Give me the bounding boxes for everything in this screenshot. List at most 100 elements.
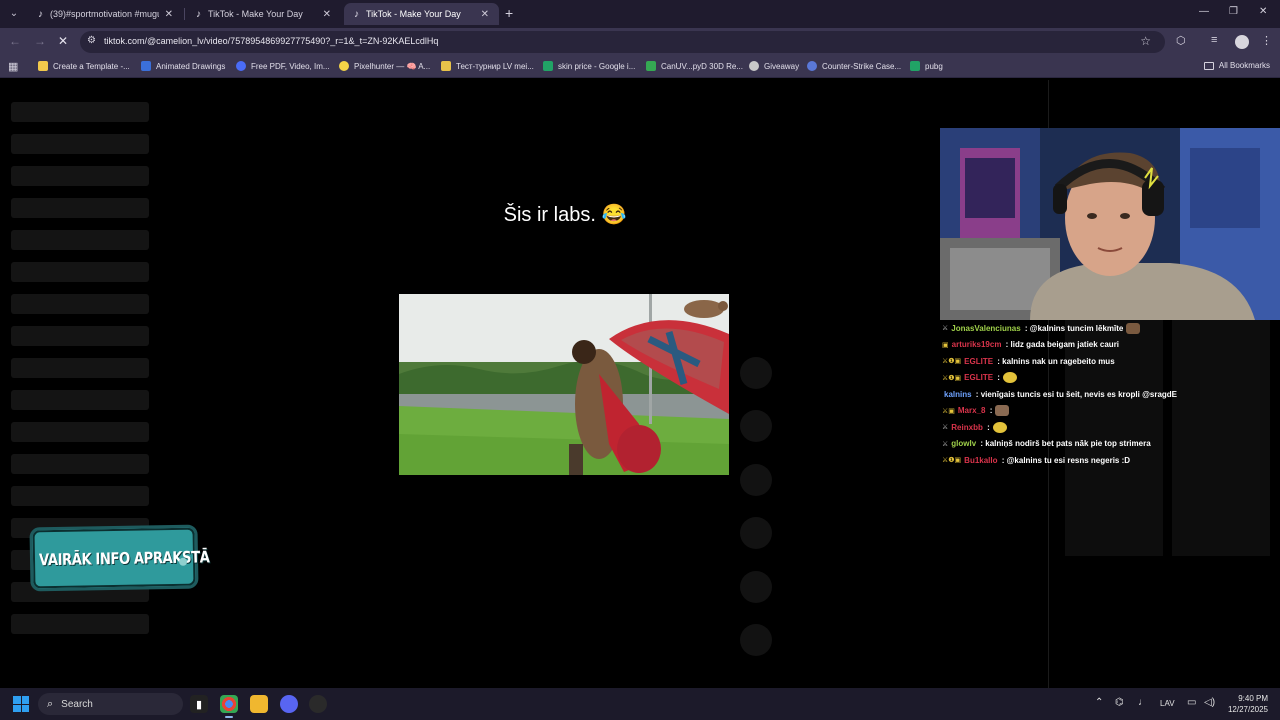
bookmark-favicon-icon (749, 61, 759, 71)
bookmark-item[interactable]: Giveaway (749, 61, 799, 71)
bookmark-item[interactable]: CanUV...pyD 30D Re... (646, 61, 743, 71)
search-icon: ⌕ (47, 697, 54, 710)
tab-tiktok-active[interactable]: ♪ TikTok - Make Your Day ✕ (344, 3, 499, 25)
bookmark-item[interactable]: Free PDF, Video, Im... (236, 61, 330, 71)
profile-button[interactable] (740, 624, 772, 656)
share-button[interactable] (740, 517, 772, 549)
all-bookmarks-button[interactable]: All Bookmarks (1203, 61, 1270, 70)
profile-avatar[interactable] (1235, 35, 1249, 49)
steam-icon[interactable] (309, 695, 327, 713)
tiktok-icon: ♪ (38, 8, 43, 20)
chat-text-content: kalniņš nodirš bet pats nāk pie top stri… (985, 439, 1151, 449)
bookmark-favicon-icon (141, 61, 151, 71)
chat-message: ⚔ Reinxbb : (942, 419, 1192, 436)
bookmarks-bar: ▦ Create a Template -... Animated Drawin… (0, 56, 1280, 78)
tab-title: (39)#sportmotivation #mugura (50, 9, 159, 19)
start-button[interactable] (13, 696, 29, 712)
extensions-icon[interactable]: ⬡ (1176, 34, 1186, 47)
bookmark-item[interactable]: Тест-турнир LV mei... (441, 61, 534, 71)
back-icon[interactable]: ← (9, 34, 21, 48)
comment-button[interactable] (740, 410, 772, 442)
close-icon[interactable]: ✕ (481, 9, 489, 20)
chat-badge-icon: ⚔ (942, 424, 949, 432)
bookmark-favicon-icon (543, 61, 553, 71)
video-caption: Šis ir labs. 😂 (503, 204, 627, 226)
chat-username: EGLITE (964, 356, 994, 366)
bookmark-button[interactable] (740, 464, 772, 496)
chat-text-content: kalnins nak un ragebeito mus (1002, 356, 1115, 366)
skeleton-item (11, 102, 149, 122)
bookmark-star-icon[interactable]: ☆ (1140, 34, 1151, 48)
url-text[interactable]: tiktok.com/@camelion_lv/video/7578954869… (104, 36, 438, 46)
tab-bar: ⌄ ♪ (39)#sportmotivation #mugura ✕ ♪ Tik… (0, 0, 1280, 28)
tiktok-icon: ♪ (354, 8, 359, 20)
chat-message: ⚔❶▣ EGLITE : kalnins nak un ragebeito mu… (942, 356, 1115, 366)
media-controls-icon[interactable]: ≡ (1211, 34, 1217, 46)
close-icon[interactable]: ✕ (165, 9, 173, 20)
chat-emote-icon (992, 421, 1007, 433)
taskbar-search[interactable]: ⌕ Search (38, 693, 183, 715)
tab-sportmotivation[interactable]: ♪ (39)#sportmotivation #mugura ✕ (28, 3, 183, 25)
new-tab-button[interactable]: + (505, 5, 513, 21)
tab-search-icon[interactable]: ⌄ (6, 5, 22, 21)
chat-message: ⚔❶▣ Bu1kallo : @kalnins tu esi resns neg… (942, 455, 1131, 465)
tab-separator (184, 8, 185, 20)
chat-badge-icon: ▣ (942, 341, 949, 349)
bookmark-label: Counter-Strike Case... (822, 61, 902, 71)
bookmark-item[interactable]: Counter-Strike Case... (807, 61, 901, 71)
discord-icon[interactable] (280, 695, 298, 713)
chat-message: ⚔ glowlv : kalniņš nodirš bet pats nāk p… (942, 439, 1151, 449)
microphone-icon[interactable]: ♩ (1138, 697, 1148, 708)
video-frame-image (399, 294, 729, 475)
search-label: Search (61, 698, 93, 710)
address-bar[interactable]: ⚙ tiktok.com/@camelion_lv/video/75789548… (80, 31, 1165, 53)
chat-username: EGLITE (964, 373, 994, 383)
chrome-icon[interactable] (220, 695, 238, 713)
volume-icon[interactable]: ◁) (1204, 697, 1215, 708)
skeleton-item (11, 422, 149, 442)
more-button[interactable] (740, 571, 772, 603)
chat-emote-icon (995, 405, 1010, 417)
system-clock[interactable]: 9:40 PM 12/27/2025 (1228, 693, 1268, 715)
show-hidden-icons-icon[interactable]: ⌃ (1095, 697, 1103, 708)
chat-badge-icon: ⚔❶▣ (942, 457, 962, 465)
bookmark-item[interactable]: pubg (910, 61, 943, 71)
forward-icon[interactable]: → (34, 34, 46, 48)
close-window-icon[interactable]: ✕ (1259, 6, 1267, 17)
apps-grid-icon[interactable]: ▦ (8, 60, 18, 73)
skeleton-item (11, 614, 149, 634)
chat-emote-icon (1126, 322, 1141, 334)
bookmark-item[interactable]: Create a Template -... (38, 61, 130, 71)
active-app-indicator (225, 716, 233, 718)
close-icon[interactable]: ✕ (323, 9, 331, 20)
network-icon[interactable]: ⌬ (1115, 697, 1124, 708)
chat-username: Reinxbb (951, 422, 983, 432)
skeleton-item (11, 198, 149, 218)
language-indicator[interactable]: LAV (1160, 699, 1175, 708)
bookmark-favicon-icon (910, 61, 920, 71)
folder-icon (1203, 61, 1214, 70)
bookmark-label: Animated Drawings (156, 61, 226, 71)
minimize-icon[interactable]: — (1199, 6, 1209, 17)
tab-tiktok-1[interactable]: ♪ TikTok - Make Your Day ✕ (186, 3, 341, 25)
bookmark-item[interactable]: skin price - Google i... (543, 61, 635, 71)
like-button[interactable] (740, 357, 772, 389)
bookmark-label: Тест-турнир LV mei... (456, 61, 534, 71)
task-view-icon[interactable]: ▮ (190, 695, 208, 713)
stop-loading-icon[interactable]: ✕ (58, 34, 68, 48)
bookmark-item[interactable]: Pixelhunter — 🧠 A... (339, 61, 430, 71)
site-info-icon[interactable]: ⚙ (87, 35, 96, 46)
video-player[interactable] (399, 294, 729, 475)
file-explorer-icon[interactable] (250, 695, 268, 713)
windows-taskbar: ⌕ Search ▮ ⌃ ⌬ ♩ LAV ▭ ◁) 9:40 PM 12/27/… (0, 688, 1280, 720)
bookmark-item[interactable]: Animated Drawings (141, 61, 225, 71)
chat-message: ⚔ JonasValenciunas : @kalnins tuncim lēk… (942, 320, 1192, 337)
skeleton-item (11, 486, 149, 506)
menu-icon[interactable]: ⋮ (1261, 34, 1272, 47)
bookmark-favicon-icon (807, 61, 817, 71)
bookmark-favicon-icon (339, 61, 349, 71)
restore-icon[interactable]: ❐ (1229, 6, 1238, 17)
skeleton-item (11, 358, 149, 378)
tiktok-page: Šis ir labs. 😂 VAIRĀK INFO APRAKSTĀ ⚔ Jo… (0, 80, 1280, 688)
display-icon[interactable]: ▭ (1187, 697, 1196, 708)
